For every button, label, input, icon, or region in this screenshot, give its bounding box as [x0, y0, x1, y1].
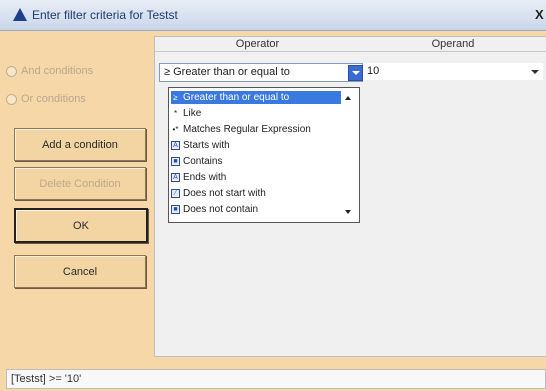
dropdown-item-label: Does not start with [183, 188, 266, 199]
dropdown-item-label: Greater than or equal to [183, 92, 290, 103]
dropdown-item-not-contain[interactable]: ■ Does not contain [171, 203, 341, 216]
operand-field[interactable]: 10 [363, 63, 543, 80]
cancel-button[interactable]: Cancel [14, 255, 146, 288]
add-condition-button[interactable]: Add a condition [14, 128, 146, 161]
or-conditions-label: Or conditions [21, 93, 86, 105]
chevron-down-icon [352, 71, 360, 75]
scroll-down-arrow-icon[interactable] [345, 210, 351, 214]
radio-icon [6, 65, 17, 77]
dialog-body: And conditions Or conditions Add a condi… [0, 31, 546, 391]
dropdown-item-ends-with[interactable]: A Ends with [171, 171, 341, 184]
starts-with-icon: A [171, 141, 180, 150]
filter-expression-text: [Testst] >= '10' [11, 373, 82, 385]
operator-column-header[interactable]: Operator [155, 38, 360, 51]
dropdown-item-starts-with[interactable]: A Starts with [171, 139, 341, 152]
dropdown-item-contains[interactable]: ■ Contains [171, 155, 341, 168]
dropdown-item-regex[interactable]: •* Matches Regular Expression [171, 123, 341, 136]
contains-icon: ■ [171, 157, 180, 166]
greater-equal-icon: ≥ [173, 93, 178, 102]
scroll-up-arrow-icon[interactable] [345, 96, 351, 100]
dropdown-item-label: Does not contain [183, 204, 259, 215]
dropdown-item-not-start-with[interactable]: ⁄ Does not start with [171, 187, 341, 200]
operator-dropdown-list[interactable]: ≥ Greater than or equal to * Like •* Mat… [168, 87, 360, 223]
operator-value: ≥ Greater than or equal to [164, 66, 290, 78]
and-conditions-radio[interactable]: And conditions [6, 63, 93, 79]
window-title: Enter filter criteria for Testst [32, 8, 178, 22]
dropdown-item-label: Contains [183, 156, 223, 167]
header-divider [155, 51, 546, 52]
operator-combobox[interactable]: ≥ Greater than or equal to [159, 63, 363, 82]
radio-icon [6, 93, 17, 105]
chevron-down-icon[interactable] [531, 70, 539, 74]
dropdown-item-label: Starts with [183, 140, 230, 151]
dropdown-item-label: Ends with [183, 172, 227, 183]
dropdown-item-like[interactable]: * Like [171, 107, 341, 120]
or-conditions-radio[interactable]: Or conditions [6, 91, 86, 107]
operand-value: 10 [367, 65, 380, 77]
not-start-with-icon: ⁄ [171, 189, 180, 198]
operand-column-header[interactable]: Operand [363, 38, 543, 51]
not-contain-icon: ■ [171, 205, 180, 214]
asterisk-icon: * [173, 109, 178, 118]
app-icon [13, 8, 27, 21]
title-bar: Enter filter criteria for Testst X [0, 0, 546, 31]
ends-with-icon: A [171, 173, 180, 182]
delete-condition-button[interactable]: Delete Condition [14, 167, 146, 200]
dropdown-item-label: Matches Regular Expression [183, 124, 311, 135]
regex-icon: •* [172, 125, 179, 134]
and-conditions-label: And conditions [21, 65, 94, 77]
filter-expression-bar: [Testst] >= '10' [6, 369, 546, 389]
dropdown-item-label: Like [183, 108, 202, 119]
dropdown-item-greater-equal[interactable]: ≥ Greater than or equal to [171, 91, 341, 104]
close-icon[interactable]: X [535, 7, 544, 22]
dropdown-button[interactable] [348, 65, 363, 81]
ok-button[interactable]: OK [14, 208, 148, 243]
